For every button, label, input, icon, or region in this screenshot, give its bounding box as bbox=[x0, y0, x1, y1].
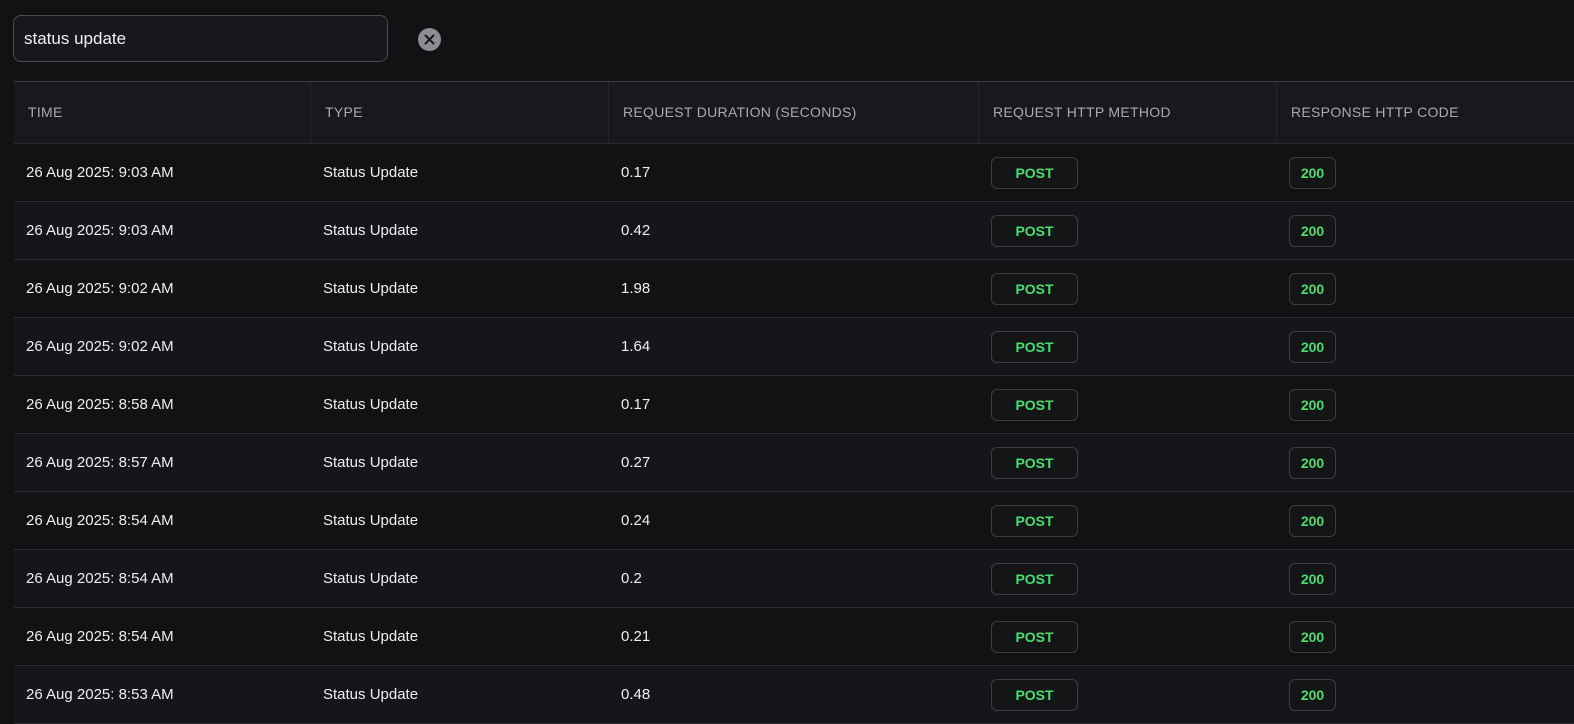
search-input[interactable] bbox=[14, 16, 387, 61]
status-code-badge: 200 bbox=[1289, 388, 1336, 421]
cell-duration: 0.27 bbox=[621, 454, 651, 471]
requests-table: TIME TYPE REQUEST DURATION (SECONDS) REQ… bbox=[14, 81, 1574, 724]
search-box bbox=[13, 15, 388, 62]
cell-type: Status Update bbox=[323, 338, 419, 355]
status-code-badge: 200 bbox=[1289, 330, 1336, 363]
method-badge: POST bbox=[991, 214, 1078, 247]
cell-type: Status Update bbox=[323, 164, 419, 181]
status-code-badge: 200 bbox=[1289, 678, 1336, 711]
cell-time: 26 Aug 2025: 9:02 AM bbox=[26, 280, 174, 297]
table-row[interactable]: 26 Aug 2025: 8:54 AM Status Update 0.21 … bbox=[14, 608, 1574, 666]
cell-duration: 0.2 bbox=[621, 570, 642, 587]
table-header: TIME TYPE REQUEST DURATION (SECONDS) REQ… bbox=[14, 82, 1574, 144]
column-header-time[interactable]: TIME bbox=[14, 82, 311, 143]
column-header-response-code[interactable]: RESPONSE HTTP CODE bbox=[1277, 82, 1574, 143]
cell-duration: 0.42 bbox=[621, 222, 651, 239]
cell-duration: 0.17 bbox=[621, 164, 651, 181]
table-row[interactable]: 26 Aug 2025: 9:02 AM Status Update 1.98 … bbox=[14, 260, 1574, 318]
table-row[interactable]: 26 Aug 2025: 8:54 AM Status Update 0.24 … bbox=[14, 492, 1574, 550]
cell-time: 26 Aug 2025: 9:03 AM bbox=[26, 222, 174, 239]
cell-type: Status Update bbox=[323, 280, 419, 297]
status-code-badge: 200 bbox=[1289, 446, 1336, 479]
table-row[interactable]: 26 Aug 2025: 9:03 AM Status Update 0.17 … bbox=[14, 144, 1574, 202]
column-header-method[interactable]: REQUEST HTTP METHOD bbox=[979, 82, 1277, 143]
status-code-badge: 200 bbox=[1289, 562, 1336, 595]
cell-time: 26 Aug 2025: 8:53 AM bbox=[26, 686, 174, 703]
table-row[interactable]: 26 Aug 2025: 8:57 AM Status Update 0.27 … bbox=[14, 434, 1574, 492]
method-badge: POST bbox=[991, 446, 1078, 479]
status-code-badge: 200 bbox=[1289, 620, 1336, 653]
column-header-type[interactable]: TYPE bbox=[311, 82, 609, 143]
cell-type: Status Update bbox=[323, 222, 419, 239]
cell-type: Status Update bbox=[323, 454, 419, 471]
status-code-badge: 200 bbox=[1289, 504, 1336, 537]
cell-type: Status Update bbox=[323, 512, 419, 529]
cell-duration: 1.64 bbox=[621, 338, 651, 355]
cell-time: 26 Aug 2025: 8:54 AM bbox=[26, 512, 174, 529]
status-code-badge: 200 bbox=[1289, 156, 1336, 189]
close-icon bbox=[424, 34, 435, 45]
table-row[interactable]: 26 Aug 2025: 8:54 AM Status Update 0.2 P… bbox=[14, 550, 1574, 608]
method-badge: POST bbox=[991, 678, 1078, 711]
status-code-badge: 200 bbox=[1289, 272, 1336, 305]
request-log-page: TIME TYPE REQUEST DURATION (SECONDS) REQ… bbox=[0, 0, 1574, 724]
status-code-badge: 200 bbox=[1289, 214, 1336, 247]
table-row[interactable]: 26 Aug 2025: 9:02 AM Status Update 1.64 … bbox=[14, 318, 1574, 376]
cell-type: Status Update bbox=[323, 396, 419, 413]
table-row[interactable]: 26 Aug 2025: 9:03 AM Status Update 0.42 … bbox=[14, 202, 1574, 260]
cell-duration: 1.98 bbox=[621, 280, 651, 297]
column-header-duration[interactable]: REQUEST DURATION (SECONDS) bbox=[609, 82, 979, 143]
method-badge: POST bbox=[991, 562, 1078, 595]
method-badge: POST bbox=[991, 620, 1078, 653]
cell-duration: 0.48 bbox=[621, 686, 651, 703]
method-badge: POST bbox=[991, 330, 1078, 363]
cell-duration: 0.21 bbox=[621, 628, 651, 645]
cell-type: Status Update bbox=[323, 570, 419, 587]
table-row[interactable]: 26 Aug 2025: 8:53 AM Status Update 0.48 … bbox=[14, 666, 1574, 724]
method-badge: POST bbox=[991, 504, 1078, 537]
cell-time: 26 Aug 2025: 9:02 AM bbox=[26, 338, 174, 355]
cell-type: Status Update bbox=[323, 628, 419, 645]
method-badge: POST bbox=[991, 272, 1078, 305]
table-row[interactable]: 26 Aug 2025: 8:58 AM Status Update 0.17 … bbox=[14, 376, 1574, 434]
table-body: 26 Aug 2025: 9:03 AM Status Update 0.17 … bbox=[14, 144, 1574, 724]
method-badge: POST bbox=[991, 388, 1078, 421]
cell-type: Status Update bbox=[323, 686, 419, 703]
cell-time: 26 Aug 2025: 8:57 AM bbox=[26, 454, 174, 471]
cell-duration: 0.24 bbox=[621, 512, 651, 529]
cell-duration: 0.17 bbox=[621, 396, 651, 413]
cell-time: 26 Aug 2025: 8:54 AM bbox=[26, 570, 174, 587]
cell-time: 26 Aug 2025: 8:54 AM bbox=[26, 628, 174, 645]
clear-search-button[interactable] bbox=[418, 28, 441, 51]
method-badge: POST bbox=[991, 156, 1078, 189]
cell-time: 26 Aug 2025: 9:03 AM bbox=[26, 164, 174, 181]
cell-time: 26 Aug 2025: 8:58 AM bbox=[26, 396, 174, 413]
